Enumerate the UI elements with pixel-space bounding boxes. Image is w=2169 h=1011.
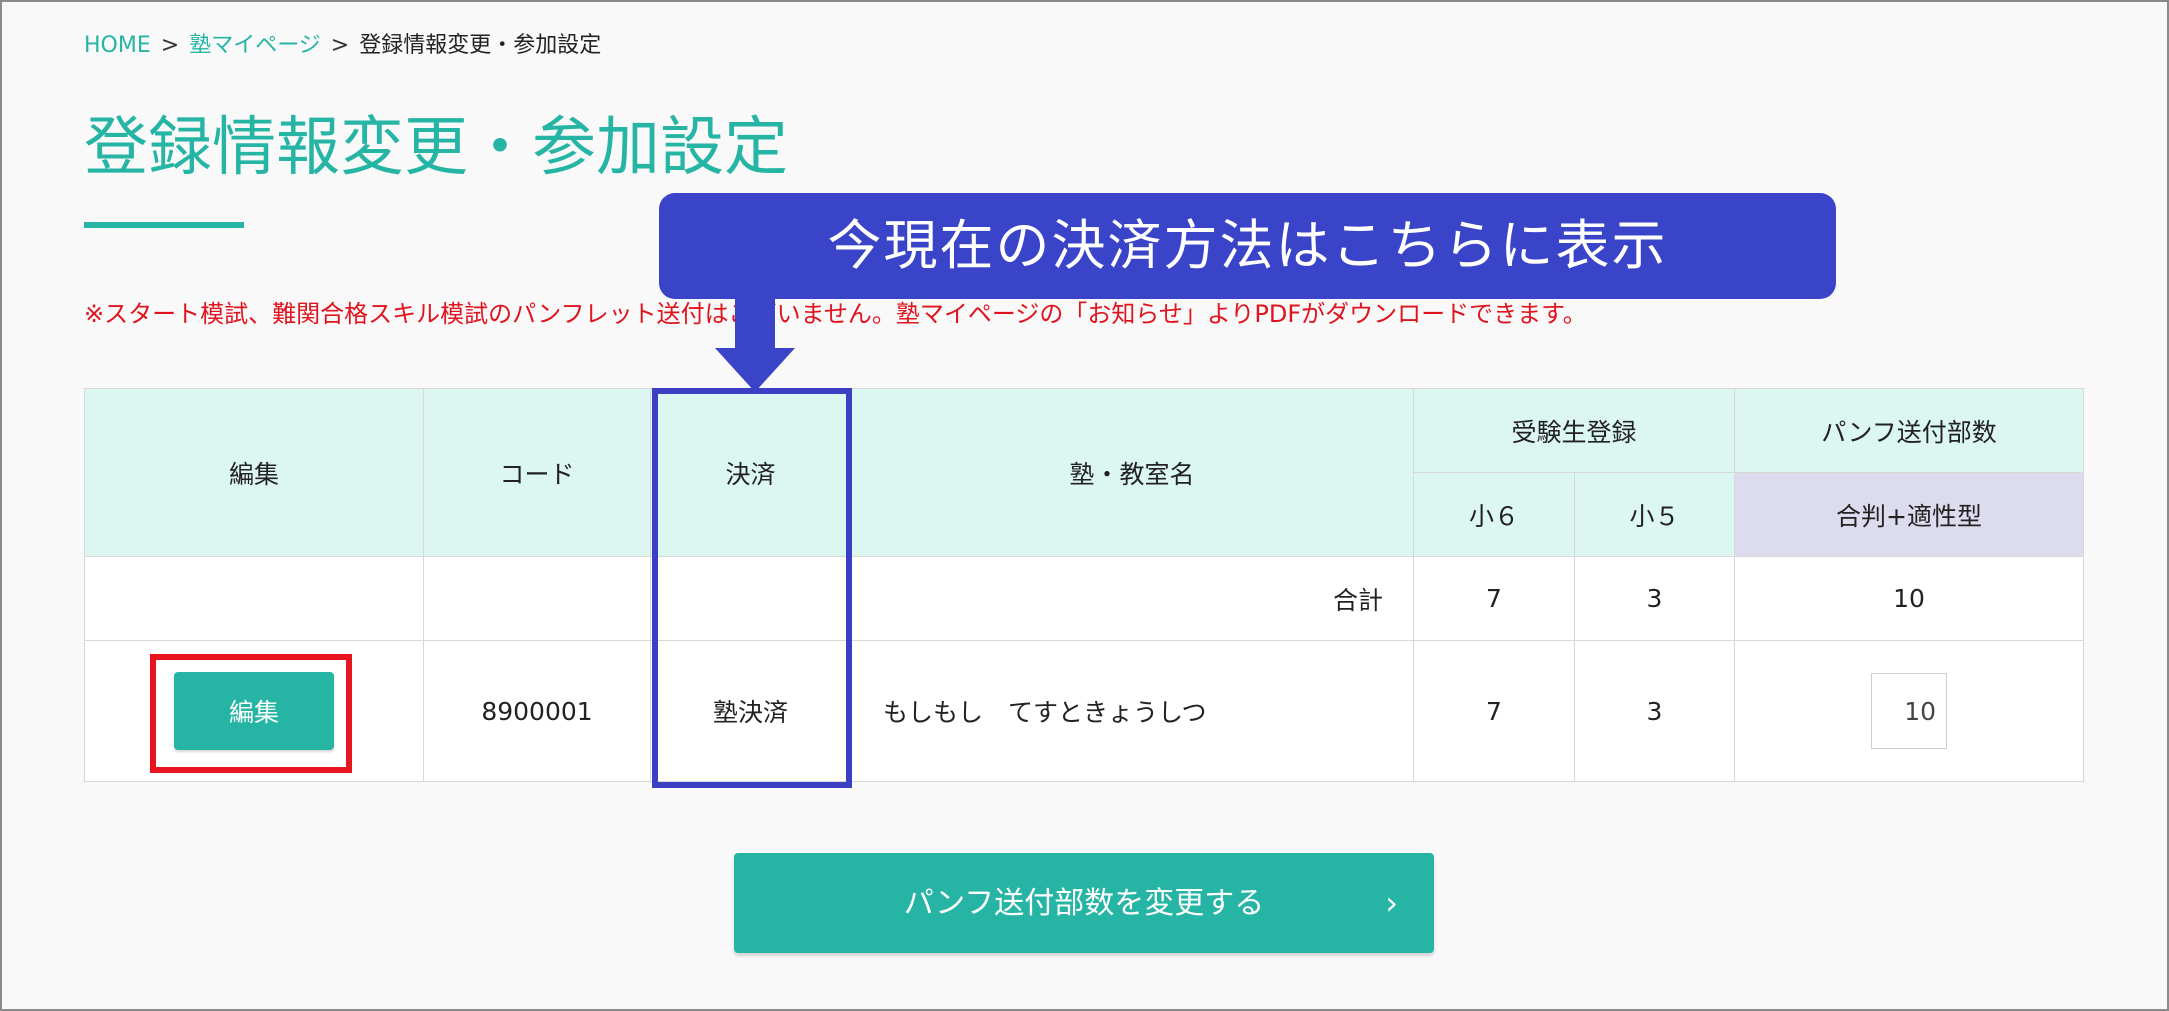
breadcrumb-separator: > bbox=[160, 33, 180, 58]
payment-column-highlight bbox=[652, 388, 852, 788]
header-exam-registration: 受験生登録 bbox=[1412, 388, 1736, 473]
table-row: 編集 8900001 塾決済 もしもし てすときょうしつ 7 3 bbox=[84, 640, 2085, 782]
breadcrumb-mypage-link[interactable]: 塾マイページ bbox=[189, 33, 321, 58]
header-school-name: 塾・教室名 bbox=[850, 388, 1414, 557]
total-label: 合計 bbox=[850, 556, 1414, 641]
grade5-cell: 3 bbox=[1573, 640, 1736, 782]
school-name-cell: もしもし てすときょうしつ bbox=[850, 640, 1414, 782]
total-row: 合計 7 3 10 bbox=[84, 556, 2085, 641]
page-title: 登録情報変更・参加設定 bbox=[84, 111, 788, 185]
header-edit: 編集 bbox=[84, 388, 424, 557]
header-code: コード bbox=[423, 388, 651, 557]
breadcrumb: HOME > 塾マイページ > 登録情報変更・参加設定 bbox=[84, 32, 601, 60]
breadcrumb-separator: > bbox=[330, 33, 350, 58]
breadcrumb-current: 登録情報変更・参加設定 bbox=[359, 33, 602, 58]
edit-button-highlight bbox=[150, 654, 352, 773]
callout-arrow-icon bbox=[715, 296, 795, 392]
registration-table: 編集 コード 決済 塾・教室名 受験生登録 パンフ送付部数 小６ 小５ 合判+適… bbox=[84, 388, 2085, 782]
total-empty-cell bbox=[84, 556, 424, 641]
header-pamphlet-type: 合判+適性型 bbox=[1734, 472, 2085, 557]
payment-callout: 今現在の決済方法はこちらに表示 bbox=[659, 193, 1836, 299]
code-cell: 8900001 bbox=[423, 640, 651, 782]
change-pamphlet-count-label: パンフ送付部数を変更する bbox=[903, 886, 1265, 921]
registration-table-wrap: 編集 コード 決済 塾・教室名 受験生登録 パンフ送付部数 小６ 小５ 合判+適… bbox=[84, 388, 2085, 782]
total-grade6: 7 bbox=[1413, 556, 1575, 641]
header-grade5: 小５ bbox=[1573, 472, 1736, 557]
pamphlet-cell bbox=[1734, 640, 2085, 782]
change-pamphlet-count-button[interactable]: パンフ送付部数を変更する › bbox=[734, 853, 1434, 953]
table-header-row: 編集 コード 決済 塾・教室名 受験生登録 パンフ送付部数 bbox=[84, 388, 2085, 557]
pamphlet-quantity-input[interactable] bbox=[1871, 673, 1948, 749]
breadcrumb-home-link[interactable]: HOME bbox=[84, 33, 151, 58]
total-grade5: 3 bbox=[1573, 556, 1736, 641]
total-empty-cell bbox=[423, 556, 651, 641]
pamphlet-notice: ※スタート模試、難関合格スキル模試のパンフレット送付はございません。塾マイページ… bbox=[84, 300, 1587, 328]
total-pamphlet: 10 bbox=[1734, 556, 2085, 641]
header-pamphlet-count: パンフ送付部数 bbox=[1734, 388, 2085, 473]
title-underline bbox=[84, 222, 244, 228]
chevron-right-icon: › bbox=[1385, 884, 1398, 922]
grade6-cell: 7 bbox=[1413, 640, 1575, 782]
header-grade6: 小６ bbox=[1413, 472, 1575, 557]
